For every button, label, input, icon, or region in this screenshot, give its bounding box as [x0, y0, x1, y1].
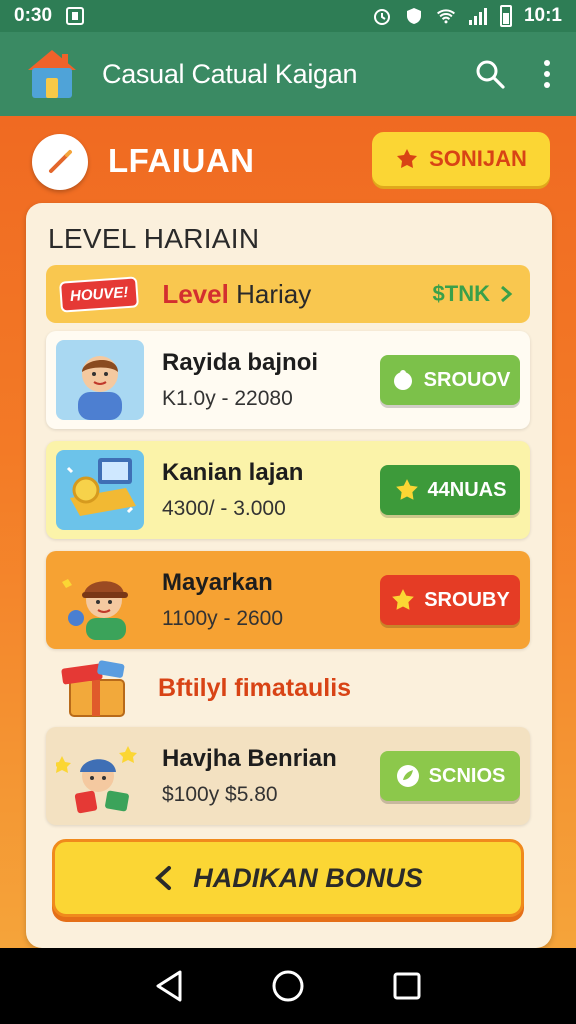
app-bar: Casual Catual Kaigan — [0, 32, 576, 116]
item-range: $100y $5.80 — [162, 783, 278, 806]
header-action-button[interactable]: SONIJAN — [372, 132, 550, 186]
special-list-item[interactable]: Havjha Benrian $100y $5.80 SCNIOS — [46, 727, 530, 825]
item-name: Mayarkan — [162, 569, 273, 596]
item-range: 4300/ - 3.000 — [162, 497, 286, 520]
pencil-icon — [49, 150, 72, 173]
alarm-icon — [373, 9, 390, 25]
item-name: Rayida bajnoi — [162, 349, 319, 376]
recents-icon[interactable] — [392, 971, 422, 1001]
status-bar: 0:30 10:1 — [0, 0, 576, 32]
list-item[interactable]: Rayida bajnoi K1.0y - 22080 SROUOV — [46, 331, 530, 429]
header-action-label: SONIJAN — [429, 146, 527, 171]
level-card: LEVEL HARIAIN HOUVE! Level Hariay $TNK R… — [26, 203, 552, 948]
star-icon — [395, 479, 418, 500]
bonus-button[interactable]: HADIKAN BONUS — [52, 839, 524, 917]
new-badge: HOUVE! — [59, 275, 140, 313]
star-icon — [392, 589, 415, 610]
bonus-button-label: HADIKAN BONUS — [193, 862, 423, 893]
item-action-label: SROUOV — [423, 368, 511, 391]
gift-box-icon — [61, 660, 125, 717]
home-logo-icon — [28, 50, 76, 98]
item-action-button[interactable]: SCNIOS — [380, 751, 520, 801]
item-name: Kanian lajan — [162, 459, 304, 486]
header-title: LFAIUAN — [108, 142, 255, 179]
item-range: 1100y - 2600 — [162, 607, 284, 630]
card-title: LEVEL HARIAIN — [48, 223, 260, 254]
chevron-left-icon — [155, 866, 172, 890]
badge-star-icon — [397, 149, 418, 168]
item-action-button[interactable]: 44NUAS — [380, 465, 520, 515]
item-action-button[interactable]: SROUOV — [380, 355, 520, 405]
item-action-button[interactable]: SROUBY — [380, 575, 520, 625]
item-range: K1.0y - 22080 — [162, 387, 293, 410]
level-banner[interactable]: HOUVE! Level Hariay $TNK — [46, 265, 530, 323]
notification-icon — [66, 7, 85, 25]
status-time-right: 10:1 — [523, 5, 562, 26]
list-item[interactable]: Kanian lajan 4300/ - 3.000 44NUAS — [46, 441, 530, 539]
item-action-label: SROUBY — [424, 588, 510, 611]
shield-icon — [406, 8, 421, 24]
item-name: Havjha Benrian — [162, 745, 337, 772]
banner-title-dark: Hariay — [236, 278, 312, 309]
boy-avatar-icon — [56, 340, 144, 420]
leaf-icon — [396, 765, 419, 787]
item-action-label: 44NUAS — [427, 478, 507, 501]
wifi-icon — [436, 9, 455, 24]
cap-boy-avatar-icon — [56, 560, 144, 640]
search-icon[interactable] — [474, 58, 506, 90]
status-time-left: 0:30 — [14, 5, 53, 26]
system-nav-bar — [0, 948, 576, 1024]
banner-link-label: $TNK — [432, 281, 490, 306]
back-icon[interactable] — [154, 969, 184, 1003]
banner-title-red: Level — [162, 278, 229, 309]
banner-link[interactable]: $TNK — [433, 281, 516, 307]
edit-button[interactable] — [32, 134, 88, 190]
signal-icon — [468, 8, 487, 25]
gift-title: Bftilyl fimataulis — [158, 673, 352, 702]
battery-icon — [499, 5, 512, 27]
gift-section: Bftilyl fimataulis — [60, 650, 351, 726]
laptop-coin-icon — [56, 450, 144, 530]
chevron-right-icon — [501, 285, 513, 303]
banner-title: Level Hariay — [162, 279, 311, 310]
app-title: Casual Catual Kaigan — [102, 58, 358, 89]
gamer-avatar-icon — [56, 736, 144, 816]
list-item[interactable]: Mayarkan 1100y - 2600 SROUBY — [46, 551, 530, 649]
more-menu-icon[interactable] — [542, 58, 552, 90]
home-icon[interactable] — [271, 969, 305, 1003]
item-action-label: SCNIOS — [428, 764, 506, 787]
hand-icon — [393, 370, 412, 390]
